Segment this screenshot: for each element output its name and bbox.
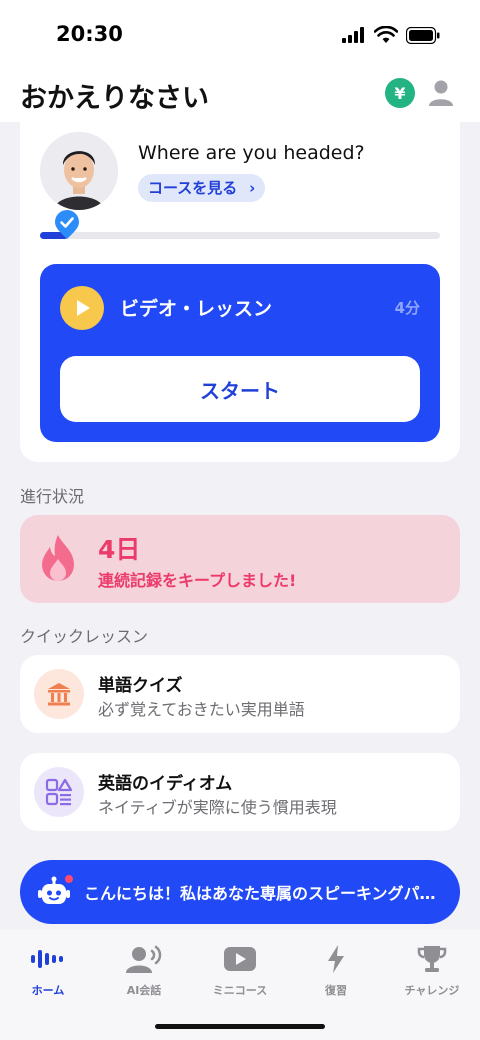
play-video-icon bbox=[220, 942, 260, 976]
video-lesson-panel[interactable]: ビデオ・レッスン 4分 スタート bbox=[40, 264, 440, 442]
progress-section-label: 進行状況 bbox=[20, 487, 85, 506]
lesson-card-idioms[interactable]: 英語のイディオム ネイティブが実際に使う慣用表現 bbox=[20, 753, 460, 831]
status-bar: 20:30 bbox=[0, 0, 480, 72]
battery-icon bbox=[406, 26, 440, 44]
chat-message: こんにちは！私はあなた専属のスピーキングパートナーです bbox=[84, 884, 440, 903]
video-lesson-title: ビデオ・レッスン bbox=[120, 298, 273, 320]
quick-lessons-label: クイックレッスン bbox=[20, 627, 149, 646]
tab-label: AI会話 bbox=[126, 984, 162, 997]
trophy-icon bbox=[412, 942, 452, 976]
course-card: Where are you headed? コースを見る › ビデオ・レッスン … bbox=[20, 118, 460, 462]
tab-bar: ホーム AI会話 ミニコース 復習 チャレンジ bbox=[0, 930, 480, 1040]
profile-button[interactable] bbox=[427, 78, 455, 108]
waveform-icon bbox=[28, 942, 68, 976]
course-question: Where are you headed? bbox=[138, 142, 365, 164]
yen-icon: ¥ bbox=[394, 83, 406, 103]
tab-label: ホーム bbox=[31, 984, 65, 997]
video-duration: 4分 bbox=[394, 299, 420, 317]
shapes-list-icon bbox=[34, 767, 84, 817]
start-button[interactable]: スタート bbox=[60, 356, 420, 422]
speaking-person-icon bbox=[124, 942, 164, 976]
streak-card[interactable]: 4日 連続記録をキープしました! bbox=[20, 515, 460, 603]
tab-label: ミニコース bbox=[212, 984, 268, 997]
lesson-subtitle: 必ず覚えておきたい実用単語 bbox=[98, 700, 305, 719]
lesson-subtitle: ネイティブが実際に使う慣用表現 bbox=[98, 798, 337, 817]
tab-review[interactable]: 復習 bbox=[288, 942, 384, 1002]
coin-button[interactable]: ¥ bbox=[385, 78, 415, 108]
tab-ai-conversation[interactable]: AI会話 bbox=[96, 942, 192, 1002]
course-progress-bar bbox=[40, 232, 440, 239]
play-icon bbox=[60, 286, 104, 330]
lesson-title: 単語クイズ bbox=[98, 676, 183, 696]
person-icon bbox=[429, 80, 453, 106]
instructor-avatar bbox=[40, 132, 118, 210]
progress-check-badge-icon bbox=[54, 210, 80, 240]
tab-label: チャレンジ bbox=[404, 984, 460, 997]
header: おかえりなさい ¥ bbox=[0, 72, 480, 122]
bank-icon bbox=[34, 669, 84, 719]
streak-message: 連続記録をキープしました! bbox=[98, 571, 297, 590]
see-courses-button[interactable]: コースを見る › bbox=[138, 174, 266, 202]
status-time: 20:30 bbox=[56, 22, 123, 46]
instructor-photo bbox=[40, 132, 118, 210]
tab-mini-course[interactable]: ミニコース bbox=[192, 942, 288, 1002]
wifi-icon bbox=[374, 26, 398, 43]
tab-label: 復習 bbox=[325, 984, 347, 997]
signal-icon bbox=[342, 27, 364, 43]
home-indicator bbox=[155, 1024, 325, 1029]
tab-challenge[interactable]: チャレンジ bbox=[384, 942, 480, 1002]
status-icons bbox=[342, 26, 440, 44]
lesson-title: 英語のイディオム bbox=[98, 774, 233, 794]
lightning-icon bbox=[316, 942, 356, 976]
chevron-right-icon: › bbox=[249, 179, 256, 197]
flame-icon bbox=[36, 533, 80, 585]
page-title: おかえりなさい bbox=[20, 83, 209, 114]
ai-chat-bar[interactable]: こんにちは！私はあなた専属のスピーキングパートナーです bbox=[20, 860, 460, 924]
notification-dot bbox=[64, 874, 74, 884]
tab-home[interactable]: ホーム bbox=[0, 942, 96, 1002]
see-courses-label: コースを見る bbox=[148, 179, 238, 197]
streak-days: 4日 bbox=[98, 535, 141, 564]
lesson-card-vocab-quiz[interactable]: 単語クイズ 必ず覚えておきたい実用単語 bbox=[20, 655, 460, 733]
